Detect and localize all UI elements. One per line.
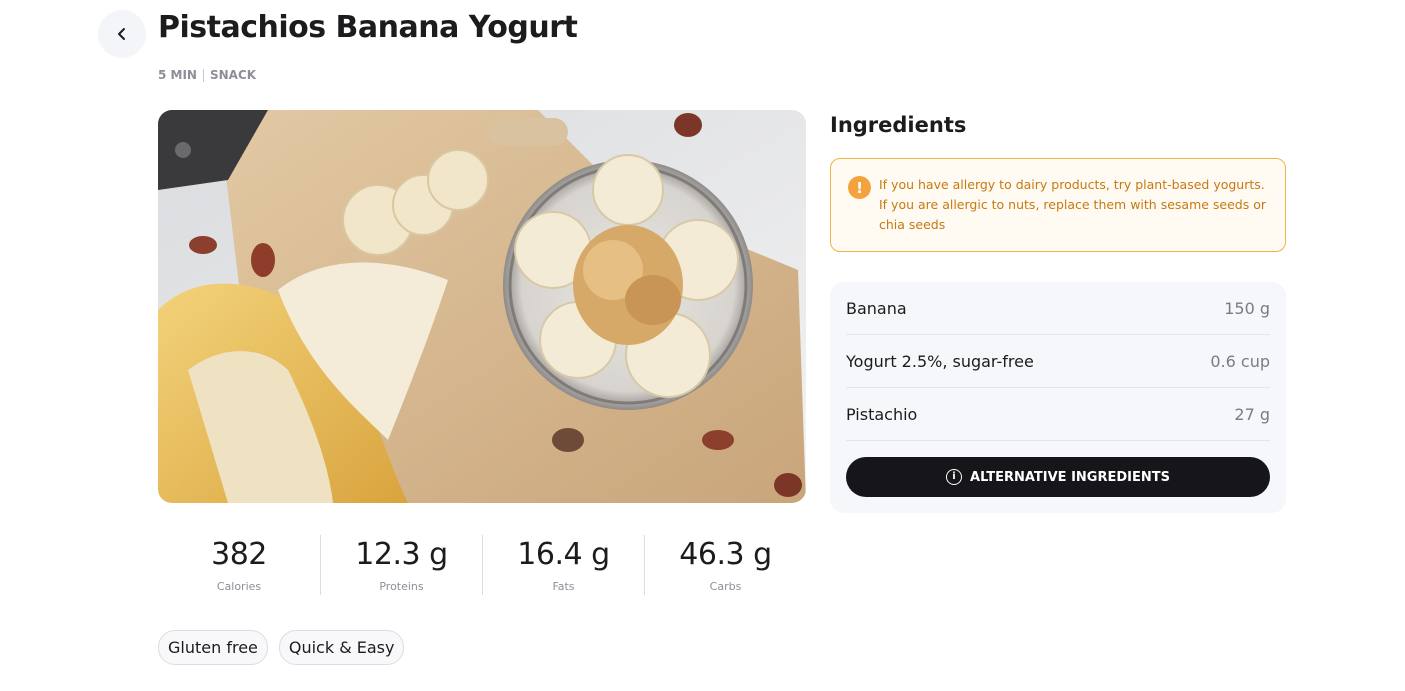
stat-carbs: 46.3 g Carbs (644, 535, 806, 595)
ingredient-name: Banana (846, 298, 907, 318)
ingredient-row: Yogurt 2.5%, sugar-free 0.6 cup (846, 335, 1270, 388)
calories-value: 382 (211, 537, 267, 572)
tag-quick-easy[interactable]: Quick & Easy (278, 630, 405, 665)
alternative-ingredients-label: ALTERNATIVE INGREDIENTS (970, 469, 1170, 485)
carbs-value: 46.3 g (679, 537, 772, 572)
ingredient-name: Yogurt 2.5%, sugar-free (846, 351, 1034, 371)
ingredient-row: Banana 150 g (846, 282, 1270, 335)
ingredient-row: Pistachio 27 g (846, 388, 1270, 441)
exclamation-icon: ! (848, 176, 871, 199)
proteins-value: 12.3 g (355, 537, 448, 572)
fats-label: Fats (552, 580, 575, 593)
nutrition-stats: 382 Calories 12.3 g Proteins 16.4 g Fats… (158, 535, 806, 595)
fats-value: 16.4 g (517, 537, 610, 572)
meta-divider (202, 68, 204, 82)
ingredients-list: Banana 150 g Yogurt 2.5%, sugar-free 0.6… (830, 282, 1286, 513)
allergy-alert: ! If you have allergy to dairy products,… (830, 158, 1286, 252)
proteins-label: Proteins (379, 580, 424, 593)
allergy-alert-text: If you have allergy to dairy products, t… (879, 177, 1267, 232)
ingredient-name: Pistachio (846, 404, 918, 424)
calories-label: Calories (216, 580, 262, 593)
ingredient-quantity: 27 g (1234, 404, 1270, 424)
ingredients-heading: Ingredients (830, 113, 967, 137)
info-icon: i (946, 469, 963, 485)
alternative-ingredients-button[interactable]: i ALTERNATIVE INGREDIENTS (846, 457, 1270, 497)
chevron-left-icon (118, 28, 125, 40)
page-title: Pistachios Banana Yogurt (158, 10, 578, 45)
tag-gluten-free[interactable]: Gluten free (158, 630, 268, 665)
meal-category: SNACK (209, 68, 257, 82)
back-button[interactable] (98, 10, 146, 58)
recipe-meta: 5 MIN SNACK (158, 68, 256, 82)
prep-time: 5 MIN (158, 68, 197, 82)
recipe-tags: Gluten free Quick & Easy (158, 630, 405, 665)
stat-proteins: 12.3 g Proteins (320, 535, 482, 595)
recipe-image (158, 110, 806, 503)
stat-calories: 382 Calories (158, 535, 320, 595)
ingredient-quantity: 0.6 cup (1210, 351, 1270, 371)
stat-fats: 16.4 g Fats (482, 535, 644, 595)
carbs-label: Carbs (709, 580, 742, 593)
ingredient-quantity: 150 g (1224, 298, 1270, 318)
